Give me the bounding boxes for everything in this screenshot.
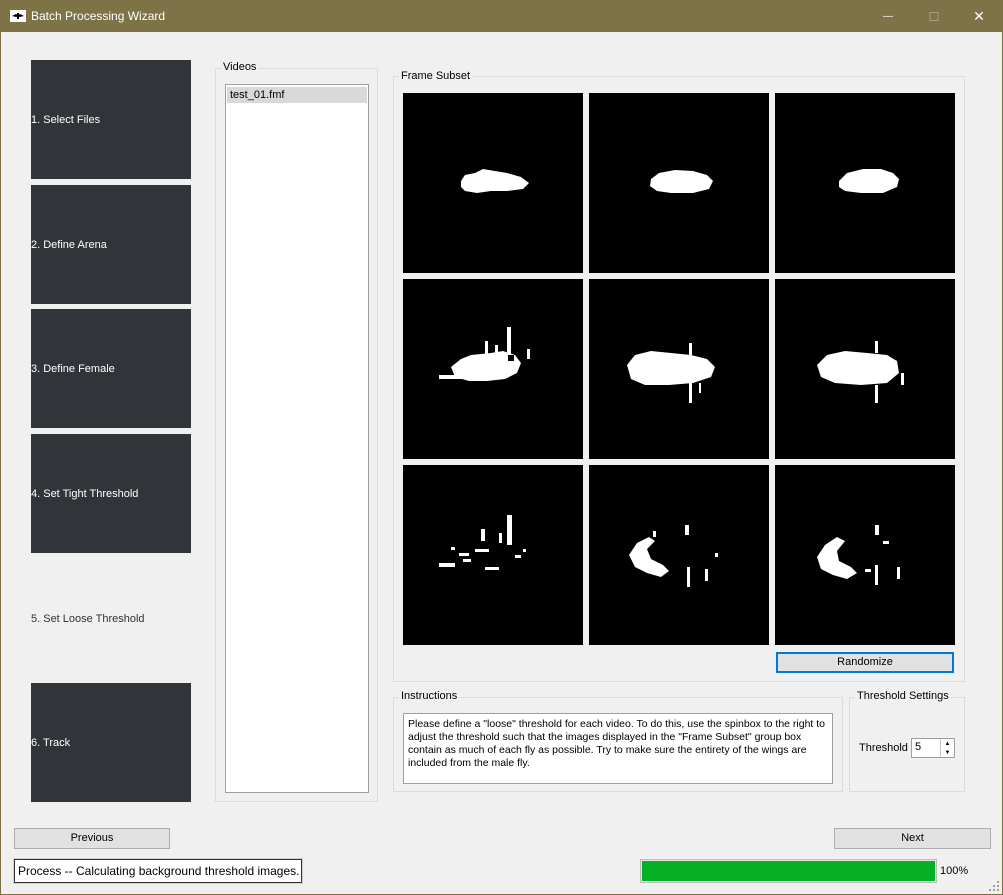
step-define-arena[interactable]: 2. Define Arena [31, 185, 191, 304]
frame-thumbnail [403, 465, 583, 645]
threshold-spinbox[interactable]: 5 ▲ ▼ [911, 738, 955, 758]
step-label: 3. Define Female [31, 362, 115, 375]
instructions-group-title: Instructions [399, 690, 460, 702]
batch-processing-wizard-window: Batch Processing Wizard — ☐ ✕ 1. Select … [0, 0, 1003, 895]
step-label: 4. Set Tight Threshold [31, 487, 139, 500]
close-button[interactable]: ✕ [956, 1, 1002, 32]
frame-thumbnail [775, 93, 955, 273]
progress-bar [640, 859, 937, 883]
step-label: 2. Define Arena [31, 238, 107, 251]
frame-thumbnail [775, 465, 955, 645]
videos-group-title: Videos [221, 61, 259, 73]
maximize-icon: ☐ [928, 9, 940, 24]
status-message: Process -- Calculating background thresh… [14, 859, 302, 883]
minimize-button[interactable]: — [865, 1, 911, 32]
step-define-female[interactable]: 3. Define Female [31, 309, 191, 428]
progress-fill [642, 861, 935, 881]
step-set-tight-threshold[interactable]: 4. Set Tight Threshold [31, 434, 191, 553]
next-button[interactable]: Next [834, 828, 991, 849]
spin-down-icon[interactable]: ▼ [941, 748, 954, 757]
threshold-settings-group-title: Threshold Settings [855, 690, 951, 702]
window-title: Batch Processing Wizard [31, 9, 166, 23]
frame-thumbnail [403, 93, 583, 273]
spin-up-icon[interactable]: ▲ [941, 739, 954, 748]
close-icon: ✕ [973, 8, 985, 24]
frame-subset-group-title: Frame Subset [399, 70, 473, 82]
step-set-loose-threshold[interactable]: 5. Set Loose Threshold [31, 559, 191, 678]
step-label: 6. Track [31, 736, 71, 749]
frame-thumbnail [589, 465, 769, 645]
maximize-button[interactable]: ☐ [911, 1, 957, 32]
step-label: 1. Select Files [31, 113, 101, 126]
instructions-text: Please define a "loose" threshold for ea… [403, 713, 833, 784]
threshold-label: Threshold [859, 742, 908, 754]
title-bar[interactable]: Batch Processing Wizard — ☐ ✕ [1, 1, 1002, 32]
progress-text: 100% [940, 865, 969, 877]
frame-thumbnail [589, 279, 769, 459]
randomize-button[interactable]: Randomize [776, 652, 954, 673]
step-select-files[interactable]: 1. Select Files [31, 60, 191, 179]
minimize-icon: — [883, 11, 893, 22]
previous-button[interactable]: Previous [14, 828, 170, 849]
frame-thumbnail [403, 279, 583, 459]
frame-thumbnail [775, 279, 955, 459]
threshold-value[interactable]: 5 [915, 741, 921, 753]
step-label: 5. Set Loose Threshold [31, 612, 145, 625]
app-fly-icon [10, 10, 26, 22]
resize-grip-icon[interactable] [987, 879, 1001, 893]
frame-thumbnail [589, 93, 769, 273]
step-track[interactable]: 6. Track [31, 683, 191, 802]
videos-list[interactable]: test_01.fmf [225, 84, 369, 793]
list-item[interactable]: test_01.fmf [227, 87, 367, 103]
